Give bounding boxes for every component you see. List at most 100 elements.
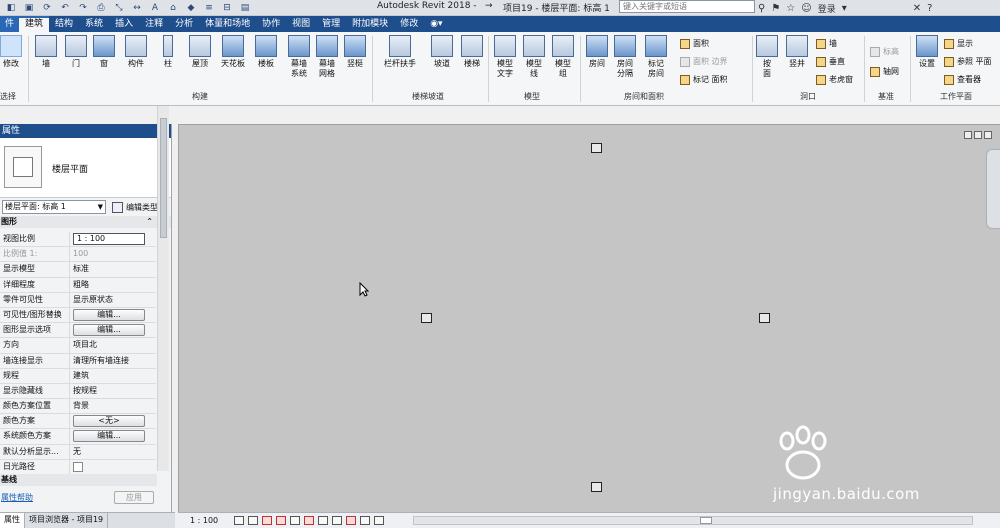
dormer-button[interactable]: 老虎窗 bbox=[816, 74, 853, 85]
subscription-icon[interactable]: ⚑ bbox=[771, 3, 780, 14]
tab-architecture[interactable]: 建筑 bbox=[19, 16, 50, 32]
app-menu-icon[interactable]: ◧ bbox=[4, 2, 18, 14]
detail-level-icon[interactable] bbox=[234, 516, 244, 525]
ceiling-button[interactable]: 天花板 bbox=[218, 35, 248, 69]
tab-manage[interactable]: 管理 bbox=[316, 16, 346, 32]
temp-hide-icon[interactable] bbox=[332, 516, 342, 525]
ramp-button[interactable]: 坡道 bbox=[428, 35, 456, 69]
tab-annotate[interactable]: 注释 bbox=[139, 16, 169, 32]
chevron-down-icon[interactable]: ▾ bbox=[842, 3, 847, 14]
collapse-icon[interactable]: ⌃ bbox=[146, 216, 153, 228]
curtain-grid-button[interactable]: 幕墙 网格 bbox=[314, 35, 340, 79]
switch-windows-icon[interactable]: ▤ bbox=[238, 2, 252, 14]
tab-structure[interactable]: 结构 bbox=[49, 16, 79, 32]
search-input[interactable]: 键入关键字或短语 bbox=[619, 0, 755, 13]
drawing-canvas[interactable]: jingyan.baidu.com bbox=[178, 124, 1000, 512]
vertical-opening-button[interactable]: 垂直 bbox=[816, 56, 845, 67]
tab-analyze[interactable]: 分析 bbox=[169, 16, 199, 32]
by-face-button[interactable]: 按 面 bbox=[756, 35, 778, 79]
scrollbar-thumb[interactable] bbox=[160, 118, 167, 238]
horizontal-scrollbar[interactable] bbox=[413, 516, 973, 525]
sync-icon[interactable]: ⟳ bbox=[40, 2, 54, 14]
tab-modify[interactable]: 修改 bbox=[394, 16, 424, 32]
view-scale-input[interactable]: 1 : 100 bbox=[73, 233, 145, 245]
sun-path-checkbox[interactable] bbox=[73, 461, 83, 472]
category-graphics[interactable]: 图形 ⌃ bbox=[0, 216, 171, 228]
property-edit-button[interactable]: 编辑... bbox=[73, 430, 145, 443]
reference-plane-button[interactable]: 参照 平面 bbox=[944, 56, 992, 67]
roof-button[interactable]: 屋顶 bbox=[186, 35, 214, 69]
railing-button[interactable]: 栏杆扶手 bbox=[380, 35, 420, 69]
lock-view-icon[interactable] bbox=[318, 516, 328, 525]
type-selector[interactable]: 楼层平面 ▼ bbox=[0, 138, 171, 198]
modify-button[interactable]: 修改 bbox=[0, 35, 22, 69]
sun-path-icon[interactable] bbox=[262, 516, 272, 525]
window-button[interactable]: 窗 bbox=[92, 35, 116, 69]
view-instance-select[interactable]: 楼层平面: 标高 1 ▼ bbox=[2, 200, 106, 214]
column-button[interactable]: 柱 bbox=[156, 35, 180, 69]
tab-addins[interactable]: 附加模块 bbox=[346, 16, 394, 32]
room-group-label[interactable]: 房间和面积 bbox=[624, 91, 664, 102]
restore-icon[interactable] bbox=[974, 131, 982, 139]
area-boundary-button[interactable]: 面积 边界 bbox=[680, 56, 728, 67]
apply-button[interactable]: 应用 bbox=[114, 491, 154, 504]
tab-insert[interactable]: 插入 bbox=[109, 16, 139, 32]
tab-collaborate[interactable]: 协作 bbox=[256, 16, 286, 32]
measure-icon[interactable]: ⤡ bbox=[112, 2, 126, 14]
tab-massing-site[interactable]: 体量和场地 bbox=[199, 16, 256, 32]
shadows-icon[interactable] bbox=[276, 516, 286, 525]
level-button[interactable]: 标高 bbox=[870, 46, 899, 57]
wall-opening-button[interactable]: 墙 bbox=[816, 38, 837, 49]
tab-project-browser[interactable]: 项目浏览器 - 项目19 bbox=[25, 513, 109, 528]
property-edit-button[interactable]: 编辑... bbox=[73, 324, 145, 337]
tag-room-button[interactable]: 标记 房间 bbox=[642, 35, 670, 79]
save-icon[interactable]: ▣ bbox=[22, 2, 36, 14]
component-button[interactable]: 构件 bbox=[122, 35, 150, 69]
room-button[interactable]: 房间 bbox=[584, 35, 610, 69]
wall-button[interactable]: 墙 bbox=[34, 35, 58, 69]
properties-help-link[interactable]: 属性帮助 bbox=[1, 492, 33, 503]
reveal-hidden-icon[interactable] bbox=[346, 516, 356, 525]
tab-file[interactable]: 件 bbox=[0, 16, 20, 32]
tab-view[interactable]: 视图 bbox=[286, 16, 316, 32]
edit-type-button[interactable]: 编辑类型 bbox=[112, 201, 158, 213]
section-icon[interactable]: ◆ bbox=[184, 2, 198, 14]
show-workplane-button[interactable]: 显示 bbox=[944, 38, 973, 49]
scrollbar-thumb[interactable] bbox=[700, 517, 712, 524]
print-icon[interactable]: ⎙ bbox=[94, 2, 108, 14]
tab-systems[interactable]: 系统 bbox=[79, 16, 109, 32]
login-button[interactable]: 登录 bbox=[818, 2, 836, 15]
undo-icon[interactable]: ↶ bbox=[58, 2, 72, 14]
curtain-system-button[interactable]: 幕墙 系统 bbox=[286, 35, 312, 79]
constraints-icon[interactable] bbox=[374, 516, 384, 525]
help-icon[interactable]: ? bbox=[927, 3, 932, 14]
show-crop-icon[interactable] bbox=[304, 516, 314, 525]
grid-button[interactable]: 轴网 bbox=[870, 66, 899, 77]
door-button[interactable]: 门 bbox=[64, 35, 88, 69]
tag-icon[interactable]: A bbox=[148, 2, 162, 14]
analysis-icon[interactable] bbox=[360, 516, 370, 525]
stair-button[interactable]: 楼梯 bbox=[458, 35, 486, 69]
thin-lines-icon[interactable]: ≡ bbox=[202, 2, 216, 14]
close-hidden-icon[interactable]: ⊟ bbox=[220, 2, 234, 14]
model-line-button[interactable]: 模型 线 bbox=[521, 35, 547, 79]
redo-icon[interactable]: ↷ bbox=[76, 2, 90, 14]
dimension-icon[interactable]: ↔ bbox=[130, 2, 144, 14]
close-view-icon[interactable] bbox=[984, 131, 992, 139]
mullion-button[interactable]: 竖梃 bbox=[342, 35, 368, 69]
shaft-button[interactable]: 竖井 bbox=[784, 35, 810, 69]
tab-options-icon[interactable]: ◉▾ bbox=[424, 16, 448, 32]
room-separator-button[interactable]: 房间 分隔 bbox=[612, 35, 638, 79]
navigation-bar[interactable] bbox=[986, 149, 1000, 229]
binoculars-icon[interactable]: ⚲ bbox=[758, 3, 765, 14]
east-elevation-marker[interactable] bbox=[759, 313, 770, 323]
property-edit-button[interactable]: <无> bbox=[73, 415, 145, 428]
select-group-label[interactable]: 选择 bbox=[0, 91, 16, 102]
area-button[interactable]: 面积 bbox=[680, 38, 709, 49]
3d-view-icon[interactable]: ⌂ bbox=[166, 2, 180, 14]
viewer-button[interactable]: 查看器 bbox=[944, 74, 981, 85]
south-elevation-marker[interactable] bbox=[591, 482, 602, 492]
visual-style-icon[interactable] bbox=[248, 516, 258, 525]
crop-view-icon[interactable] bbox=[290, 516, 300, 525]
minimize-icon[interactable] bbox=[964, 131, 972, 139]
